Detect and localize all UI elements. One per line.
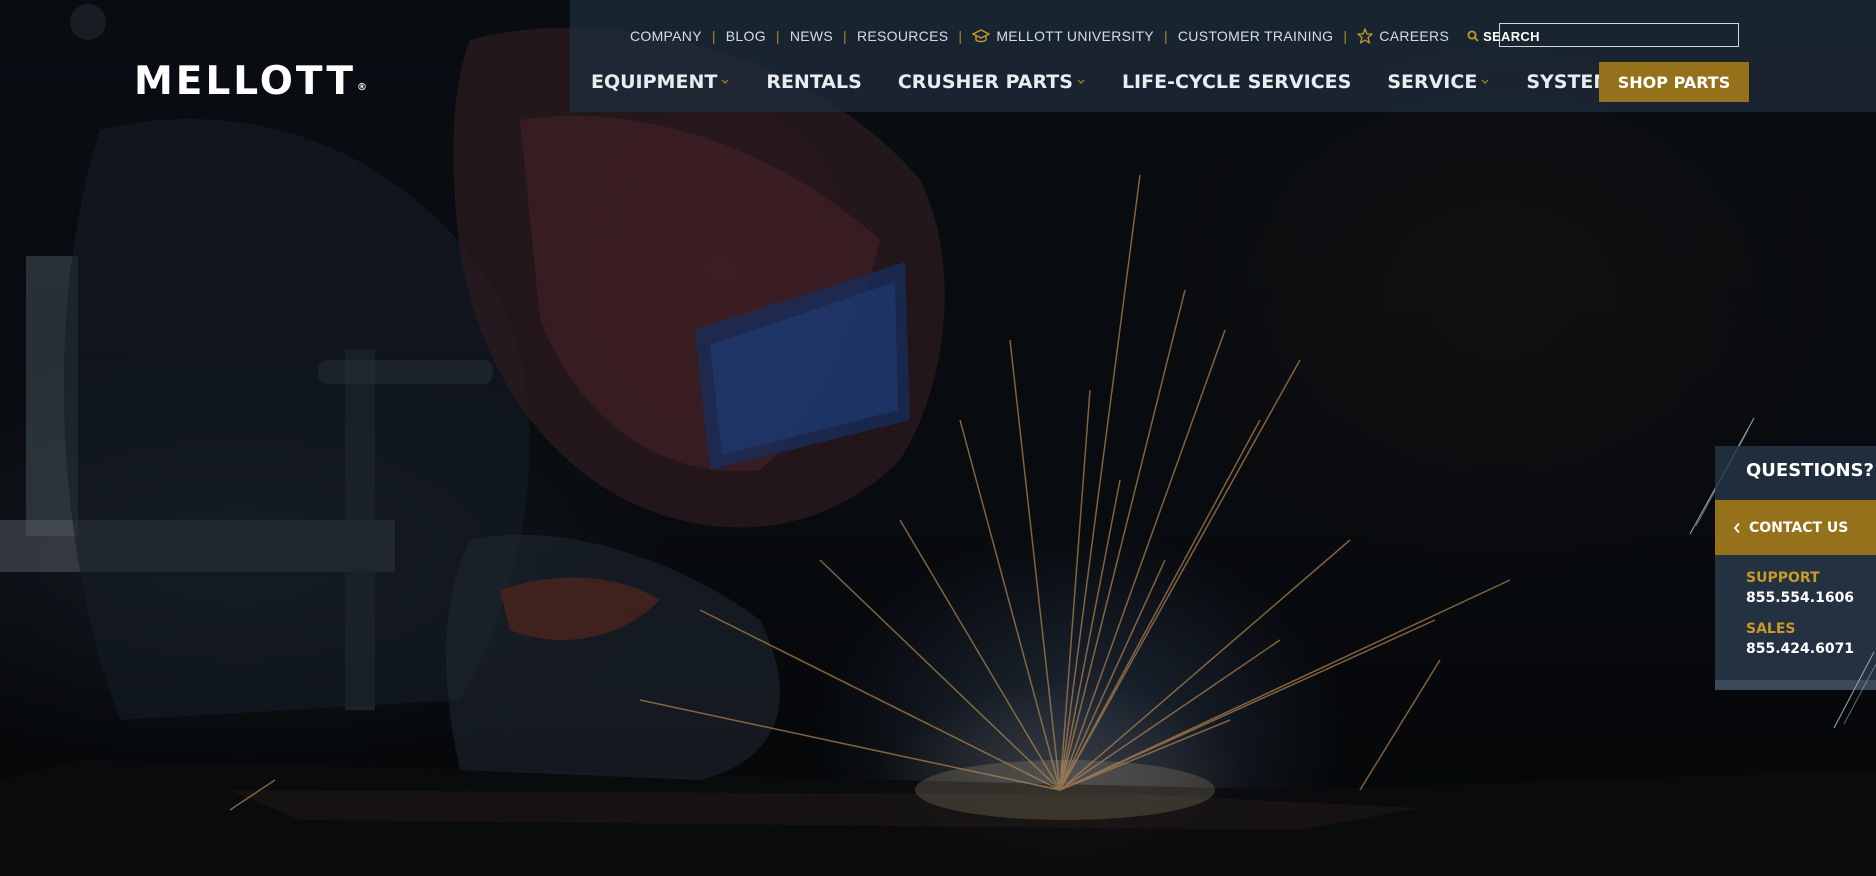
contact-us-label: CONTACT US — [1749, 519, 1849, 536]
shop-parts-button[interactable]: SHOP PARTS — [1599, 62, 1749, 102]
registered-mark: ® — [357, 82, 368, 93]
util-link-careers[interactable]: CAREERS — [1357, 28, 1449, 44]
util-link-news[interactable]: NEWS — [790, 28, 833, 44]
nav-item-label: SERVICE — [1387, 71, 1478, 93]
star-icon — [1357, 28, 1373, 44]
util-link-company[interactable]: COMPANY — [630, 28, 702, 44]
page: MELLOTT® COMPANY | BLOG | NEWS | RESOURC… — [0, 0, 1876, 876]
logo-text: MELLOTT — [134, 59, 357, 104]
divider: | — [775, 28, 780, 44]
chevron-down-icon — [1480, 78, 1490, 86]
chevron-down-icon — [720, 78, 730, 86]
welding-scene-graphic — [0, 0, 1876, 876]
util-link-label: CUSTOMER TRAINING — [1177, 28, 1334, 44]
nav-item-label: EQUIPMENT — [591, 71, 718, 93]
support-label: SUPPORT — [1746, 570, 1820, 586]
nav-item-life-cycle-services[interactable]: LIFE-CYCLE SERVICES — [1122, 71, 1351, 93]
nav-item-crusher-parts[interactable]: CRUSHER PARTS — [898, 71, 1086, 93]
nav-item-service[interactable]: SERVICE — [1387, 71, 1490, 93]
util-link-label: NEWS — [789, 28, 834, 44]
divider: | — [958, 28, 963, 44]
util-link-label: BLOG — [725, 28, 766, 44]
divider: | — [1343, 28, 1348, 44]
util-link-customer-training[interactable]: CUSTOMER TRAINING — [1178, 28, 1333, 44]
util-link-label: MELLOTT UNIVERSITY — [996, 28, 1154, 44]
util-link-blog[interactable]: BLOG — [726, 28, 766, 44]
nav-item-label: RENTALS — [766, 71, 862, 93]
hero-background-image — [0, 0, 1876, 876]
graduation-cap-icon — [972, 29, 991, 43]
search-icon — [1467, 30, 1479, 42]
divider: | — [711, 28, 716, 44]
support-phone-link[interactable]: 855.554.1606 — [1746, 590, 1854, 606]
chevron-down-icon — [1076, 78, 1086, 86]
sales-phone-link[interactable]: 855.424.6071 — [1746, 641, 1854, 657]
sales-label: SALES — [1746, 621, 1796, 637]
util-link-label: COMPANY — [630, 28, 702, 44]
search-input[interactable] — [1499, 23, 1739, 47]
util-link-resources[interactable]: RESOURCES — [857, 28, 948, 44]
mellott-logo[interactable]: MELLOTT® — [134, 62, 367, 102]
nav-item-label: LIFE-CYCLE SERVICES — [1121, 71, 1352, 93]
main-nav: EQUIPMENT RENTALS CRUSHER PARTS LIFE-CYC… — [591, 68, 1662, 96]
nav-item-equipment[interactable]: EQUIPMENT — [591, 71, 730, 93]
contact-us-button[interactable]: CONTACT US — [1715, 500, 1876, 555]
util-link-mellott-university[interactable]: MELLOTT UNIVERSITY — [972, 28, 1154, 44]
util-link-label: CAREERS — [1379, 28, 1450, 44]
nav-item-label: CRUSHER PARTS — [897, 71, 1073, 93]
questions-title: QUESTIONS? — [1746, 460, 1874, 481]
utility-nav: COMPANY | BLOG | NEWS | RESOURCES | MELL… — [630, 26, 1540, 46]
chevron-left-icon — [1733, 522, 1741, 534]
nav-item-rentals[interactable]: RENTALS — [766, 71, 862, 93]
divider: | — [1163, 28, 1168, 44]
util-link-label: RESOURCES — [856, 28, 949, 44]
divider: | — [843, 28, 847, 44]
